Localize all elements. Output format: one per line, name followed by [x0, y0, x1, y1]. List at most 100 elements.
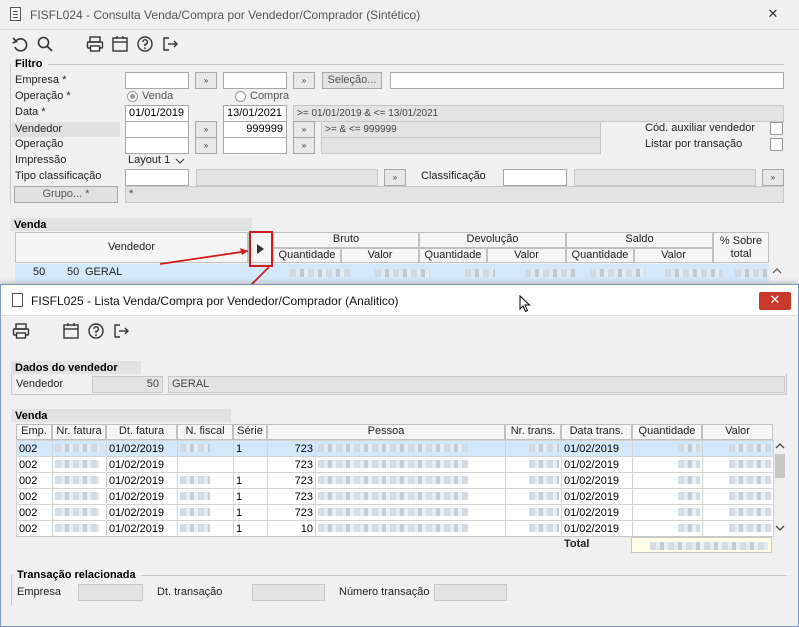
window2-titlebar: FISFL025 - Lista Venda/Compra por Vended…	[1, 285, 798, 316]
cell-nr-trans	[505, 456, 562, 473]
chevron-down-icon[interactable]	[775, 524, 785, 532]
cell-quantidade	[632, 504, 703, 521]
table-row[interactable]: 002 01/02/2019 1 723 01/02/2019	[16, 472, 774, 489]
cell-data-trans: 01/02/2019	[561, 488, 633, 505]
cell-valor	[702, 520, 774, 537]
redacted-value	[529, 475, 559, 484]
cell-n-fiscal	[177, 520, 234, 537]
col-data-trans: Data trans.	[561, 424, 632, 440]
table-row[interactable]: 002 01/02/2019 1 723 01/02/2019	[16, 440, 774, 457]
redacted-value	[678, 507, 700, 516]
redacted-value	[529, 443, 559, 452]
scrollbar-thumb[interactable]	[775, 454, 785, 478]
cell-emp: 002	[16, 488, 53, 505]
cell-pessoa-name	[315, 440, 506, 457]
transacao-divider	[141, 575, 787, 576]
redacted-value	[180, 491, 210, 500]
redacted-value	[678, 443, 700, 452]
close-button[interactable]: ✕	[759, 292, 791, 310]
redacted-value	[529, 523, 559, 532]
redacted-value	[180, 443, 210, 452]
redacted-value	[180, 475, 210, 484]
cell-serie: 1	[233, 488, 268, 505]
cell-serie: 1	[233, 520, 268, 537]
cell-dt-fatura: 01/02/2019	[106, 504, 178, 521]
redacted-value	[529, 459, 559, 468]
cell-pessoa-code: 723	[267, 440, 316, 457]
dados-vendedor-code: 50	[92, 376, 163, 393]
cell-pessoa-code: 723	[267, 456, 316, 473]
redacted-value	[729, 491, 771, 500]
redacted-value	[650, 542, 768, 550]
cell-pessoa-name	[315, 456, 506, 473]
exit-icon[interactable]	[110, 320, 132, 342]
table-row[interactable]: 002 01/02/2019 723 01/02/2019	[16, 456, 774, 473]
cursor-icon	[519, 295, 531, 313]
chevron-up-icon[interactable]	[775, 442, 785, 450]
redacted-value	[318, 475, 468, 484]
venda2-header: Emp. Nr. fatura Dt. fatura N. fiscal Sér…	[16, 424, 773, 440]
cell-pessoa-code: 10	[267, 520, 316, 537]
cell-serie	[233, 456, 268, 473]
total-value	[631, 537, 772, 553]
print-icon[interactable]	[10, 320, 32, 342]
transacao-empresa-input	[78, 584, 143, 601]
redacted-value	[729, 459, 771, 468]
col-emp: Emp.	[16, 424, 52, 440]
cell-quantidade	[632, 488, 703, 505]
redacted-value	[678, 491, 700, 500]
cell-emp: 002	[16, 472, 53, 489]
total-label: Total	[564, 538, 590, 550]
cell-dt-fatura: 01/02/2019	[106, 456, 178, 473]
cell-dt-fatura: 01/02/2019	[106, 520, 178, 537]
transacao-dt-label: Dt. transação	[157, 586, 223, 598]
help-icon[interactable]	[85, 320, 107, 342]
cell-n-fiscal	[177, 472, 234, 489]
dados-vendedor-label: Vendedor	[16, 378, 64, 390]
table-row[interactable]: 002 01/02/2019 1 10 01/02/2019	[16, 520, 774, 537]
redacted-value	[678, 475, 700, 484]
dados-title: Dados do vendedor	[15, 362, 118, 374]
cell-pessoa-name	[315, 488, 506, 505]
redacted-value	[529, 507, 559, 516]
cell-emp: 002	[16, 456, 53, 473]
transacao-border-left	[11, 575, 12, 605]
cell-nr-trans	[505, 488, 562, 505]
cell-n-fiscal	[177, 504, 234, 521]
redacted-value	[529, 491, 559, 500]
table-row[interactable]: 002 01/02/2019 1 723 01/02/2019	[16, 488, 774, 505]
redacted-value	[318, 523, 468, 532]
transacao-numero-input	[434, 584, 507, 601]
scrollbar[interactable]	[774, 440, 786, 536]
redacted-value	[55, 459, 99, 468]
col-n-fiscal: N. fiscal	[177, 424, 233, 440]
cell-nr-fatura	[52, 456, 107, 473]
venda2-table: 002 01/02/2019 1 723 01/02/2019 002 01/02/2019…	[16, 440, 774, 537]
cell-nr-fatura	[52, 440, 107, 457]
window2-title: FISFL025 - Lista Venda/Compra por Vended…	[31, 294, 399, 308]
transacao-title: Transação relacionada	[17, 569, 136, 581]
cell-data-trans: 01/02/2019	[561, 504, 633, 521]
cell-pessoa-code: 723	[267, 472, 316, 489]
cell-n-fiscal	[177, 456, 234, 473]
cell-pessoa-name	[315, 504, 506, 521]
col-nr-fatura: Nr. fatura	[52, 424, 106, 440]
cell-nr-trans	[505, 520, 562, 537]
cell-dt-fatura: 01/02/2019	[106, 440, 178, 457]
col-nr-trans: Nr. trans.	[505, 424, 561, 440]
col-valor: Valor	[702, 424, 773, 440]
redacted-value	[729, 523, 771, 532]
cell-pessoa-code: 723	[267, 488, 316, 505]
cell-emp: 002	[16, 520, 53, 537]
table-row[interactable]: 002 01/02/2019 1 723 01/02/2019	[16, 504, 774, 521]
cell-dt-fatura: 01/02/2019	[106, 488, 178, 505]
document-icon	[12, 293, 23, 307]
redacted-value	[729, 475, 771, 484]
cell-n-fiscal	[177, 440, 234, 457]
cell-valor	[702, 456, 774, 473]
cell-n-fiscal	[177, 488, 234, 505]
calendar-icon[interactable]	[60, 320, 82, 342]
transacao-empresa-label: Empresa	[17, 586, 62, 598]
cell-pessoa-name	[315, 520, 506, 537]
redacted-value	[180, 507, 210, 516]
